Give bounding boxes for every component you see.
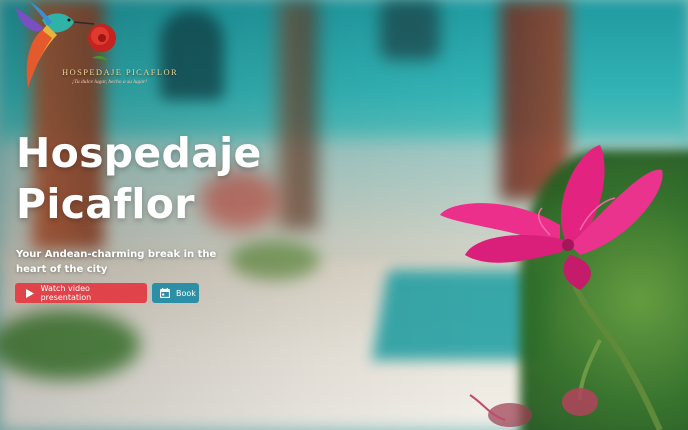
title-line-1: Hospedaje	[16, 129, 262, 177]
logo-tagline-text: ¡Tu dulce lugar, hecho a su lugar!	[72, 79, 148, 85]
hero-section: HOSPEDAJE PICAFLOR ¡Tu dulce lugar, hech…	[0, 0, 688, 430]
site-logo[interactable]: HOSPEDAJE PICAFLOR ¡Tu dulce lugar, hech…	[12, 0, 197, 100]
title-line-2: Picaflor	[16, 180, 195, 228]
watch-video-button[interactable]: Watch video presentation	[15, 283, 147, 303]
hummingbird-icon	[16, 2, 116, 88]
page-title: Hospedaje Picaflor	[16, 128, 262, 230]
book-label: Book	[176, 288, 196, 298]
calendar-icon	[160, 288, 170, 298]
book-button[interactable]: Book	[152, 283, 199, 303]
logo-name-text: HOSPEDAJE PICAFLOR	[62, 67, 179, 77]
play-icon	[25, 288, 35, 298]
hero-subtitle: Your Andean-charming break in the heart …	[16, 249, 217, 275]
watch-video-label: Watch video presentation	[40, 284, 92, 302]
hero-actions: Watch video presentation Book	[15, 283, 199, 303]
pink-flower-image	[440, 145, 663, 430]
